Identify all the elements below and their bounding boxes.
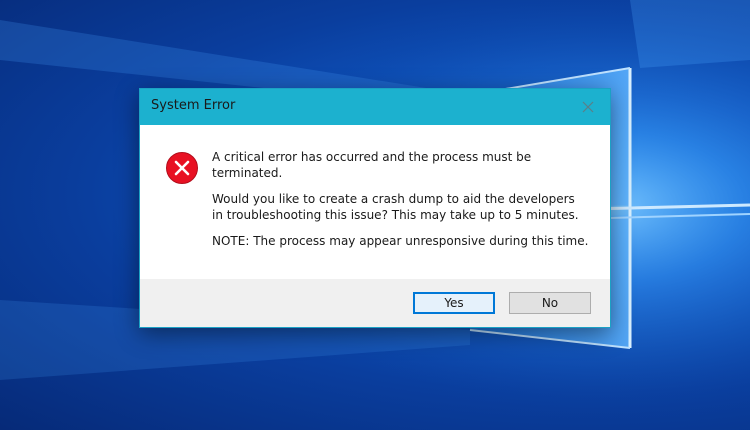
dialog-titlebar[interactable]: System Error xyxy=(140,89,610,125)
dialog-title: System Error xyxy=(151,98,236,113)
close-button[interactable] xyxy=(566,89,610,125)
error-icon xyxy=(166,152,198,184)
message-note: NOTE: The process may appear unresponsiv… xyxy=(212,234,589,248)
error-message: A critical error has occurred and the pr… xyxy=(212,149,592,259)
system-error-dialog: System Error A critical error has occurr… xyxy=(139,88,611,328)
message-critical-error: A critical error has occurred and the pr… xyxy=(212,150,532,180)
dialog-button-bar: Yes No xyxy=(140,279,610,327)
yes-button[interactable]: Yes xyxy=(413,292,495,314)
dialog-body: A critical error has occurred and the pr… xyxy=(140,125,610,279)
no-button[interactable]: No xyxy=(509,292,591,314)
close-icon xyxy=(582,101,594,113)
message-crash-dump-question: Would you like to create a crash dump to… xyxy=(212,192,579,222)
